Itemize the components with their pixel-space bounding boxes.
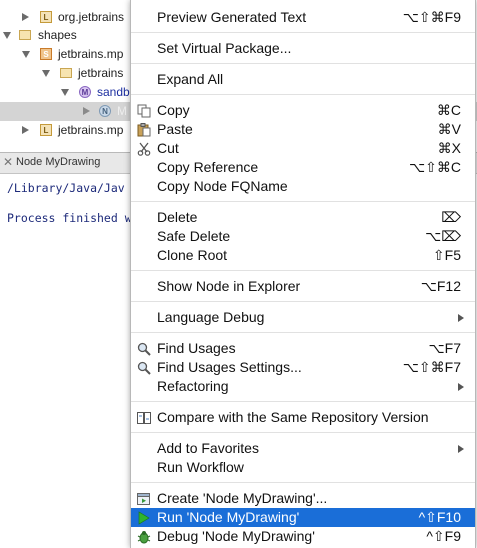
menu-item-paste[interactable]: Paste ⌘V: [131, 120, 475, 139]
menu-separator: [131, 94, 475, 95]
magnifier-icon: [137, 342, 151, 356]
collapse-arrow-icon[interactable]: [22, 51, 30, 58]
debug-bug-icon: [137, 531, 151, 544]
console-output-line: Process finished w: [7, 211, 132, 225]
submenu-arrow-icon: [458, 314, 464, 322]
menu-item-language-debug[interactable]: Language Debug: [131, 308, 475, 327]
folder-icon: [19, 30, 31, 40]
submenu-arrow-icon: [458, 445, 464, 453]
solution-icon: S: [40, 48, 52, 60]
submenu-arrow-icon: [458, 383, 464, 391]
menu-item-create-run-config[interactable]: Create 'Node MyDrawing'...: [131, 489, 475, 508]
tree-item-label: jetbrains.mp: [58, 47, 124, 61]
menu-separator: [131, 201, 475, 202]
console-output-line: /Library/Java/Jav: [7, 181, 125, 195]
run-icon: [138, 511, 150, 525]
menu-item-cut[interactable]: Cut ⌘X: [131, 139, 475, 158]
expand-arrow-icon[interactable]: [83, 107, 90, 115]
menu-item-find-usages[interactable]: Find Usages ⌥F7: [131, 339, 475, 358]
magnifier-icon: [137, 361, 151, 375]
menu-separator: [131, 32, 475, 33]
menu-separator: [131, 301, 475, 302]
library-icon: L: [40, 11, 52, 23]
collapse-arrow-icon[interactable]: [61, 89, 69, 96]
menu-item-clone-root[interactable]: Clone Root ⇧F5: [131, 246, 475, 265]
folder-icon: [60, 68, 72, 78]
menu-item-copy-node-fqname[interactable]: Copy Node FQName: [131, 177, 475, 196]
menu-item-debug-node[interactable]: Debug 'Node MyDrawing' ^⇧F9: [131, 527, 475, 546]
run-configuration-icon: [137, 493, 150, 505]
model-icon: M: [79, 86, 91, 98]
collapse-arrow-icon[interactable]: [42, 70, 50, 77]
menu-item-set-virtual-package[interactable]: Set Virtual Package...: [131, 39, 475, 58]
menu-item-preview-generated-text[interactable]: Preview Generated Text ⌥⇧⌘F9: [131, 8, 475, 27]
menu-item-compare-with-repository[interactable]: Compare with the Same Repository Version: [131, 408, 475, 427]
menu-item-add-to-favorites[interactable]: Add to Favorites: [131, 439, 475, 458]
compare-icon: [137, 412, 151, 424]
close-icon[interactable]: ✕: [3, 156, 15, 168]
tree-item-label: shapes: [38, 28, 77, 42]
context-menu: Preview Generated Text ⌥⇧⌘F9 Set Virtual…: [130, 0, 476, 548]
menu-item-find-usages-settings[interactable]: Find Usages Settings... ⌥⇧⌘F7: [131, 358, 475, 377]
expand-arrow-icon[interactable]: [22, 13, 29, 21]
menu-separator: [131, 332, 475, 333]
tree-item-label: org.jetbrains: [58, 10, 125, 24]
menu-separator: [131, 63, 475, 64]
menu-item-safe-delete[interactable]: Safe Delete ⌥⌦: [131, 227, 475, 246]
menu-item-run-workflow[interactable]: Run Workflow: [131, 458, 475, 477]
menu-item-copy-reference[interactable]: Copy Reference ⌥⇧⌘C: [131, 158, 475, 177]
expand-arrow-icon[interactable]: [22, 126, 29, 134]
menu-item-delete[interactable]: Delete ⌦: [131, 208, 475, 227]
menu-separator: [131, 482, 475, 483]
tree-item-label: jetbrains: [78, 66, 124, 80]
scissors-icon: [137, 142, 151, 156]
menu-separator: [131, 270, 475, 271]
menu-item-run-node[interactable]: Run 'Node MyDrawing' ^⇧F10: [131, 508, 475, 527]
paste-icon: [137, 123, 151, 137]
menu-item-expand-all[interactable]: Expand All: [131, 70, 475, 89]
menu-separator: [131, 432, 475, 433]
library-icon: L: [40, 124, 52, 136]
collapse-arrow-icon[interactable]: [3, 32, 11, 39]
menu-separator: [131, 401, 475, 402]
copy-icon: [137, 104, 151, 118]
menu-item-show-node-in-explorer[interactable]: Show Node in Explorer ⌥F12: [131, 277, 475, 296]
menu-item-copy[interactable]: Copy ⌘C: [131, 101, 475, 120]
menu-item-refactoring[interactable]: Refactoring: [131, 377, 475, 396]
tree-item-label: sandb: [97, 85, 130, 99]
tree-item-label: M: [117, 104, 127, 118]
node-icon: N: [99, 105, 111, 117]
console-tab-title[interactable]: Node MyDrawing: [16, 156, 100, 168]
tree-item-label: jetbrains.mp: [58, 123, 124, 137]
